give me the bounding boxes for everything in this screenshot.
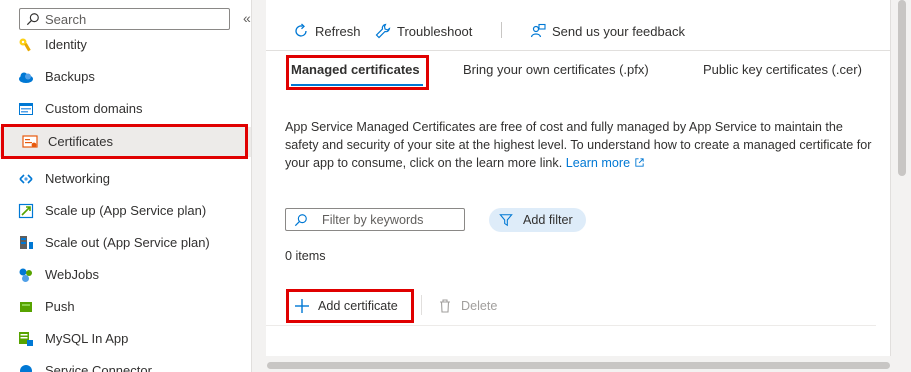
delete-label: Delete [461, 299, 498, 313]
description: App Service Managed Certificates are fre… [285, 118, 880, 172]
filter-input[interactable]: Filter by keywords [285, 208, 465, 231]
sidebar-item-label: Custom domains [45, 101, 143, 116]
network-icon [19, 174, 33, 184]
main-content: Refresh Troubleshoot Send us your feedba… [252, 0, 911, 372]
feedback-button[interactable]: Send us your feedback [530, 20, 685, 42]
search-icon [26, 13, 39, 26]
refresh-label: Refresh [315, 23, 361, 39]
feedback-icon [530, 23, 546, 38]
tab-bring-your-own-certificates[interactable]: Bring your own certificates (.pfx) [463, 62, 649, 77]
push-icon [20, 302, 32, 312]
sidebar-item-label: Networking [45, 171, 111, 186]
sidebar-item-label: Service Connector [45, 363, 152, 372]
learn-more-link[interactable]: Learn more [566, 156, 645, 170]
sidebar-item-networking[interactable]: Networking [0, 164, 251, 194]
mysql-icon [19, 332, 33, 346]
cloud-icon [19, 72, 33, 83]
refresh-button[interactable]: Refresh [293, 20, 361, 42]
filter-icon [499, 214, 513, 227]
refresh-icon [295, 23, 307, 37]
sidebar: Search « Identity Backups Custom domains… [0, 0, 252, 372]
search-icon [294, 214, 307, 227]
scale-up-icon [18, 203, 34, 219]
sidebar-item-label: Push [45, 299, 75, 314]
sidebar-item-label: MySQL In App [45, 331, 129, 346]
tab-public-key-certificates[interactable]: Public key certificates (.cer) [703, 62, 862, 77]
collapse-sidebar-icon[interactable]: « [243, 10, 251, 26]
sidebar-item-mysql[interactable]: MySQL In App [0, 324, 251, 354]
key-icon [19, 38, 31, 52]
external-link-icon [634, 158, 644, 167]
sidebar-item-label: WebJobs [45, 267, 99, 282]
connector-icon [20, 365, 32, 372]
domain-icon [19, 103, 33, 115]
sidebar-item-webjobs[interactable]: WebJobs [0, 260, 251, 290]
webjobs-icon [19, 268, 32, 282]
item-count: 0 items [285, 249, 326, 263]
sidebar-item-service-connector[interactable]: Service Connector [0, 356, 251, 372]
add-filter-label: Add filter [523, 213, 573, 227]
wrench-icon [375, 23, 391, 39]
sidebar-item-push[interactable]: Push [0, 292, 251, 322]
troubleshoot-button[interactable]: Troubleshoot [375, 20, 472, 42]
add-certificate-highlight [286, 289, 414, 323]
sidebar-search-input[interactable]: Search [19, 8, 230, 30]
sidebar-item-backups[interactable]: Backups [0, 62, 251, 92]
certificates-panel: Refresh Troubleshoot Send us your feedba… [266, 0, 891, 356]
main-horizontal-scrollbar[interactable] [267, 362, 890, 369]
sidebar-item-scale-up[interactable]: Scale up (App Service plan) [0, 196, 251, 226]
filter-placeholder: Filter by keywords [322, 213, 424, 227]
sidebar-item-label: Scale out (App Service plan) [45, 235, 210, 250]
sidebar-item-identity[interactable]: Identity [0, 30, 251, 60]
delete-button[interactable]: Delete [437, 298, 497, 314]
troubleshoot-label: Troubleshoot [397, 23, 473, 39]
selection-highlight [1, 124, 248, 159]
actions-divider [421, 295, 422, 315]
command-bar: Refresh Troubleshoot Send us your feedba… [266, 0, 890, 51]
sidebar-item-custom-domains[interactable]: Custom domains [0, 94, 251, 124]
scale-out-icon [20, 236, 33, 249]
sidebar-item-label: Scale up (App Service plan) [45, 203, 207, 218]
sidebar-item-label: Identity [45, 37, 87, 52]
tab-highlight [286, 55, 429, 90]
sidebar-item-scale-out[interactable]: Scale out (App Service plan) [0, 228, 251, 258]
toolbar-divider [501, 22, 502, 38]
feedback-label: Send us your feedback [552, 23, 685, 39]
sidebar-item-label: Backups [45, 69, 95, 84]
trash-icon [440, 299, 450, 313]
grid-actions: Add certificate Delete [266, 285, 876, 326]
add-filter-button[interactable]: Add filter [489, 208, 586, 232]
main-vertical-scrollbar[interactable] [898, 0, 906, 176]
sidebar-search-placeholder: Search [45, 12, 87, 27]
